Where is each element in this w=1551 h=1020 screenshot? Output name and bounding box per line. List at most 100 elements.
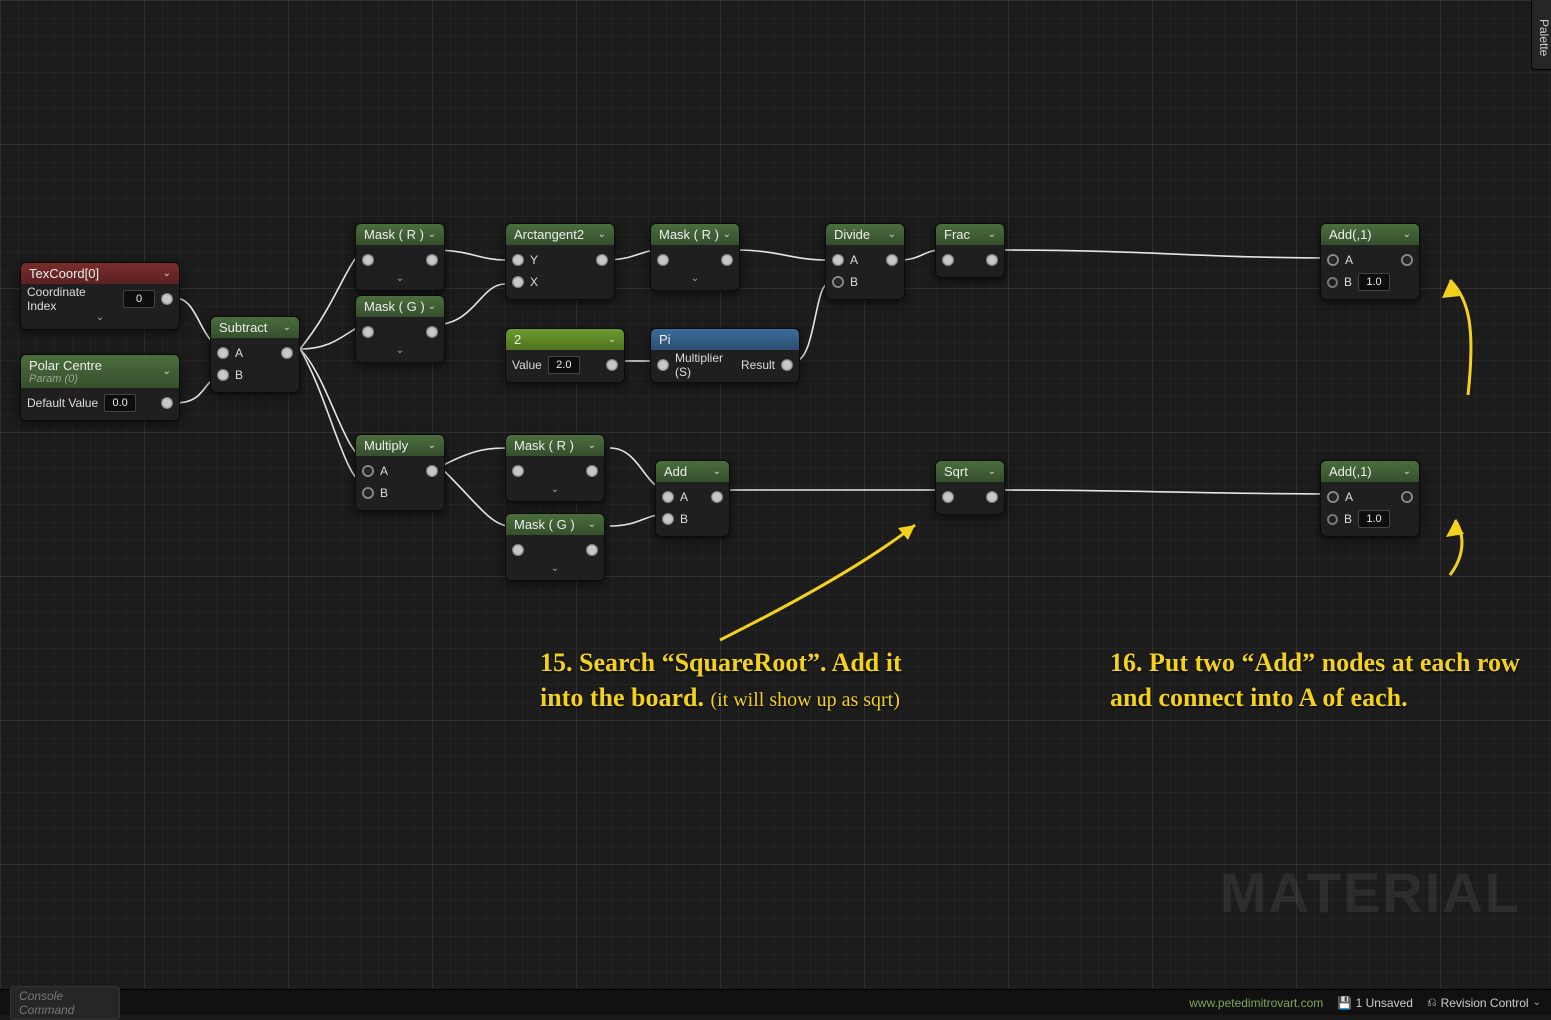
- chevron-down-icon[interactable]: ⌄: [428, 229, 436, 240]
- chevron-down-icon[interactable]: ⌄: [1403, 229, 1411, 240]
- node-mask-r-2[interactable]: Mask ( R ) ⌄ ⌄: [650, 223, 740, 291]
- node-header[interactable]: Arctangent2 ⌄: [506, 224, 614, 245]
- output-pin[interactable]: [886, 254, 898, 266]
- expand-icon[interactable]: ⌄: [362, 343, 438, 356]
- value-input[interactable]: [548, 356, 580, 374]
- expand-icon[interactable]: ⌄: [362, 271, 438, 284]
- node-constant-2[interactable]: 2 ⌄ Value: [505, 328, 625, 383]
- output-pin[interactable]: [586, 465, 598, 477]
- chevron-down-icon[interactable]: ⌄: [588, 440, 596, 451]
- input-pin-b[interactable]: [832, 276, 844, 288]
- output-pin[interactable]: [1401, 491, 1413, 503]
- chevron-down-icon[interactable]: ⌄: [428, 440, 436, 451]
- output-pin[interactable]: [606, 359, 618, 371]
- node-add-bot[interactable]: Add(,1) ⌄ A B: [1320, 460, 1420, 537]
- input-pin-a[interactable]: [362, 465, 374, 477]
- input-pin-a[interactable]: [217, 347, 229, 359]
- node-header[interactable]: Divide ⌄: [826, 224, 904, 245]
- input-pin-a[interactable]: [1327, 254, 1339, 266]
- input-pin[interactable]: [362, 254, 374, 266]
- node-polar-centre[interactable]: Polar Centre Param (0) ⌄ Default Value: [20, 354, 180, 421]
- node-mask-g-1[interactable]: Mask ( G ) ⌄ ⌄: [355, 295, 445, 363]
- input-pin-x[interactable]: [512, 276, 524, 288]
- output-pin[interactable]: [986, 491, 998, 503]
- input-pin[interactable]: [942, 491, 954, 503]
- chevron-down-icon[interactable]: ⌄: [428, 301, 436, 312]
- output-pin[interactable]: [161, 397, 173, 409]
- input-pin-b[interactable]: [362, 487, 374, 499]
- node-header[interactable]: Add ⌄: [656, 461, 729, 482]
- node-subtract[interactable]: Subtract ⌄ A B: [210, 316, 300, 393]
- expand-icon[interactable]: ⌄: [512, 561, 598, 574]
- output-pin[interactable]: [711, 491, 723, 503]
- node-add-top[interactable]: Add(,1) ⌄ A B: [1320, 223, 1420, 300]
- input-pin[interactable]: [942, 254, 954, 266]
- node-header[interactable]: Subtract ⌄: [211, 317, 299, 338]
- output-pin[interactable]: [721, 254, 733, 266]
- chevron-down-icon[interactable]: ⌄: [588, 519, 596, 530]
- input-pin[interactable]: [657, 359, 669, 371]
- node-sqrt[interactable]: Sqrt ⌄: [935, 460, 1005, 515]
- input-pin-a[interactable]: [1327, 491, 1339, 503]
- input-pin-b[interactable]: [662, 513, 674, 525]
- node-multiply[interactable]: Multiply ⌄ A B: [355, 434, 445, 511]
- input-pin-b[interactable]: [1327, 277, 1338, 288]
- input-pin[interactable]: [362, 326, 374, 338]
- node-header[interactable]: Polar Centre Param (0) ⌄: [21, 355, 179, 388]
- chevron-down-icon[interactable]: ⌄: [283, 322, 291, 333]
- value-b-input[interactable]: [1358, 510, 1390, 528]
- expand-icon[interactable]: ⌄: [512, 482, 598, 495]
- input-pin-b[interactable]: [1327, 514, 1338, 525]
- output-pin[interactable]: [781, 359, 793, 371]
- node-mask-r-3[interactable]: Mask ( R ) ⌄ ⌄: [505, 434, 605, 502]
- node-header[interactable]: TexCoord[0] ⌄: [21, 263, 179, 284]
- node-header[interactable]: Sqrt ⌄: [936, 461, 1004, 482]
- node-header[interactable]: 2 ⌄: [506, 329, 624, 350]
- output-pin[interactable]: [986, 254, 998, 266]
- chevron-down-icon[interactable]: ⌄: [723, 229, 731, 240]
- chevron-down-icon[interactable]: ⌄: [888, 229, 896, 240]
- chevron-down-icon[interactable]: ⌄: [163, 366, 171, 377]
- node-mask-g-3[interactable]: Mask ( G ) ⌄ ⌄: [505, 513, 605, 581]
- output-pin[interactable]: [596, 254, 608, 266]
- coordinate-index-input[interactable]: [123, 290, 155, 308]
- node-header[interactable]: Multiply ⌄: [356, 435, 444, 456]
- input-pin[interactable]: [657, 254, 669, 266]
- output-pin[interactable]: [281, 347, 293, 359]
- node-header[interactable]: Add(,1) ⌄: [1321, 224, 1419, 245]
- node-header[interactable]: Frac ⌄: [936, 224, 1004, 245]
- node-header[interactable]: Mask ( G ) ⌄: [506, 514, 604, 535]
- node-header[interactable]: Mask ( R ) ⌄: [651, 224, 739, 245]
- node-header[interactable]: Mask ( R ) ⌄: [506, 435, 604, 456]
- input-pin-b[interactable]: [217, 369, 229, 381]
- output-pin[interactable]: [426, 465, 438, 477]
- node-header[interactable]: Add(,1) ⌄: [1321, 461, 1419, 482]
- node-header[interactable]: Mask ( R ) ⌄: [356, 224, 444, 245]
- output-pin[interactable]: [586, 544, 598, 556]
- unsaved-indicator[interactable]: 💾 1 Unsaved: [1337, 996, 1413, 1010]
- node-texcoord[interactable]: TexCoord[0] ⌄ Coordinate Index ⌄: [20, 262, 180, 330]
- chevron-down-icon[interactable]: ⌄: [608, 334, 616, 345]
- input-pin-a[interactable]: [832, 254, 844, 266]
- node-divide[interactable]: Divide ⌄ A B: [825, 223, 905, 300]
- palette-tab[interactable]: Palette: [1531, 0, 1551, 70]
- website-link[interactable]: www.petedimitrovart.com: [1189, 996, 1323, 1010]
- expand-icon[interactable]: ⌄: [657, 271, 733, 284]
- node-frac[interactable]: Frac ⌄: [935, 223, 1005, 278]
- node-add-mid[interactable]: Add ⌄ A B: [655, 460, 730, 537]
- chevron-down-icon[interactable]: ⌄: [163, 268, 171, 279]
- default-value-input[interactable]: [104, 394, 136, 412]
- node-header[interactable]: Pi: [651, 329, 799, 350]
- output-pin[interactable]: [426, 254, 438, 266]
- node-header[interactable]: Mask ( G ) ⌄: [356, 296, 444, 317]
- input-pin-a[interactable]: [662, 491, 674, 503]
- console-command-input[interactable]: Console Command: [10, 986, 120, 1020]
- output-pin[interactable]: [161, 293, 173, 305]
- chevron-down-icon[interactable]: ⌄: [598, 229, 606, 240]
- node-mask-r-1[interactable]: Mask ( R ) ⌄ ⌄: [355, 223, 445, 291]
- value-b-input[interactable]: [1358, 273, 1390, 291]
- output-pin[interactable]: [426, 326, 438, 338]
- input-pin-y[interactable]: [512, 254, 524, 266]
- output-pin[interactable]: [1401, 254, 1413, 266]
- revision-control-menu[interactable]: ⎌ Revision Control ⌄: [1427, 995, 1541, 1010]
